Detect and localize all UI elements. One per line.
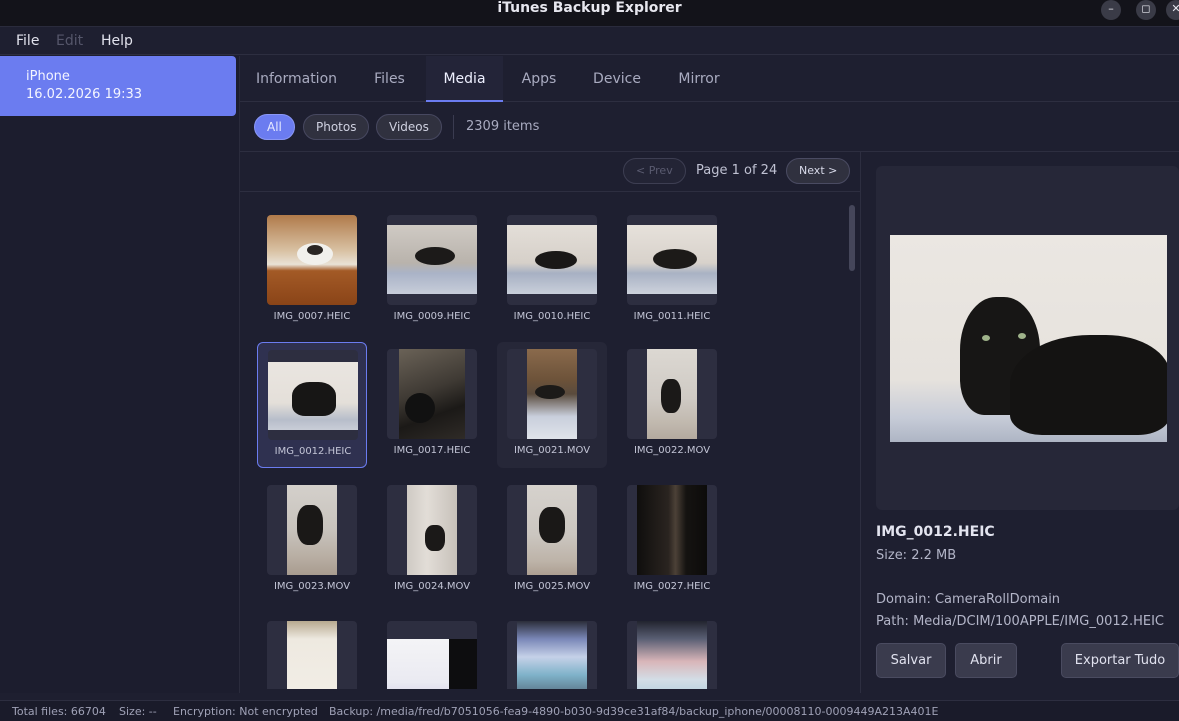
tab-media[interactable]: Media [426,56,503,102]
media-filename: IMG_0021.MOV [513,445,591,456]
filter-all-button[interactable]: All [254,114,295,140]
backup-date: 16.02.2026 19:33 [26,87,143,102]
save-button[interactable]: Salvar [876,643,946,678]
media-count: 2309 items [466,119,540,134]
window-title: iTunes Backup Explorer [497,0,682,16]
tab-device[interactable]: Device [580,56,654,102]
preview-filename: IMG_0012.HEIC [876,524,995,540]
open-button[interactable]: Abrir [955,643,1017,678]
media-item[interactable] [377,614,487,689]
tab-apps[interactable]: Apps [508,56,570,102]
media-filename: IMG_0009.HEIC [393,311,471,322]
preview-size: Size: 2.2 MB [876,548,957,563]
media-filename: IMG_0022.MOV [633,445,711,456]
media-filename: IMG_0023.MOV [273,581,351,592]
media-thumbnail [507,215,597,305]
media-thumbnail [507,485,597,575]
media-thumbnail [268,350,358,440]
media-filename: IMG_0027.HEIC [633,581,711,592]
prev-page-button[interactable]: < Prev [623,158,686,184]
media-item[interactable]: IMG_0022.MOV [617,342,727,468]
tab-files[interactable]: Files [357,56,422,102]
media-item[interactable]: IMG_0011.HEIC [617,208,727,334]
maximize-icon[interactable]: ◻ [1136,0,1156,20]
media-thumbnail [627,349,717,439]
media-item[interactable]: IMG_0027.HEIC [617,478,727,604]
media-filename: IMG_0010.HEIC [513,311,591,322]
media-item[interactable]: IMG_0025.MOV [497,478,607,604]
preview-panel [876,166,1179,510]
media-thumbnail [267,215,357,305]
close-icon[interactable]: ✕ [1166,0,1179,20]
media-filename: IMG_0025.MOV [513,581,591,592]
media-item[interactable] [617,614,727,689]
tab-information[interactable]: Information [244,56,349,102]
backup-device-name: iPhone [26,69,70,84]
status-encryption: Encryption: Not encrypted [173,705,318,718]
backup-item-iphone[interactable]: iPhone 16.02.2026 19:33 [0,56,236,116]
title-bar: iTunes Backup Explorer – ◻ ✕ [0,0,1179,27]
preview-path: Path: Media/DCIM/100APPLE/IMG_0012.HEIC [876,614,1164,629]
minimize-icon[interactable]: – [1101,0,1121,20]
media-item-selected[interactable]: IMG_0012.HEIC [257,342,367,468]
next-page-button[interactable]: Next > [786,158,851,184]
grid-scrollbar[interactable] [849,205,855,271]
backup-sidebar: iPhone 16.02.2026 19:33 [0,56,240,693]
media-item[interactable]: IMG_0024.MOV [377,478,487,604]
menu-help[interactable]: Help [101,33,133,49]
media-thumbnail [627,215,717,305]
media-filename: IMG_0024.MOV [393,581,471,592]
media-thumbnail [267,621,357,689]
media-thumbnail [387,215,477,305]
media-thumbnail [507,349,597,439]
status-total-files: Total files: 66704 [12,705,106,718]
media-item[interactable] [497,614,607,689]
media-grid: IMG_0007.HEIC IMG_0009.HEIC IMG_0010.HEI… [240,192,860,689]
media-item[interactable]: IMG_0023.MOV [257,478,367,604]
panel-divider [860,152,861,693]
preview-domain: Domain: CameraRollDomain [876,592,1061,607]
filter-photos-button[interactable]: Photos [303,114,370,140]
media-item[interactable]: IMG_0007.HEIC [257,208,367,334]
media-thumbnail [267,485,357,575]
pagination-bar: < Prev Page 1 of 24 Next > [240,152,860,192]
preview-image [890,235,1167,442]
media-filename: IMG_0012.HEIC [274,446,352,457]
media-filename: IMG_0017.HEIC [393,445,471,456]
media-filename: IMG_0007.HEIC [273,311,351,322]
tab-bar: Information Files Media Apps Device Mirr… [240,56,1179,102]
status-bar: Total files: 66704 Size: -- Encryption: … [0,700,1179,721]
media-thumbnail [627,621,717,689]
media-item[interactable]: IMG_0021.MOV [497,342,607,468]
media-thumbnail [627,485,717,575]
media-item[interactable] [257,614,367,689]
menu-edit[interactable]: Edit [56,33,83,49]
menu-file[interactable]: File [16,33,39,49]
menu-bar: File Edit Help [0,27,1179,55]
media-thumbnail [387,349,477,439]
status-size: Size: -- [119,705,157,718]
filter-videos-button[interactable]: Videos [376,114,442,140]
status-backup-path: Backup: /media/fred/b7051056-fea9-4890-b… [329,705,939,718]
media-filter-bar: All Photos Videos 2309 items [240,102,1179,152]
media-thumbnail [387,621,477,689]
media-thumbnail [507,621,597,689]
media-filename: IMG_0011.HEIC [633,311,711,322]
media-item[interactable]: IMG_0009.HEIC [377,208,487,334]
media-item[interactable]: IMG_0010.HEIC [497,208,607,334]
media-item[interactable]: IMG_0017.HEIC [377,342,487,468]
export-all-button[interactable]: Exportar Tudo [1061,643,1179,678]
page-indicator: Page 1 of 24 [696,163,778,178]
filter-divider [453,115,454,139]
media-thumbnail [387,485,477,575]
tab-mirror[interactable]: Mirror [664,56,734,102]
